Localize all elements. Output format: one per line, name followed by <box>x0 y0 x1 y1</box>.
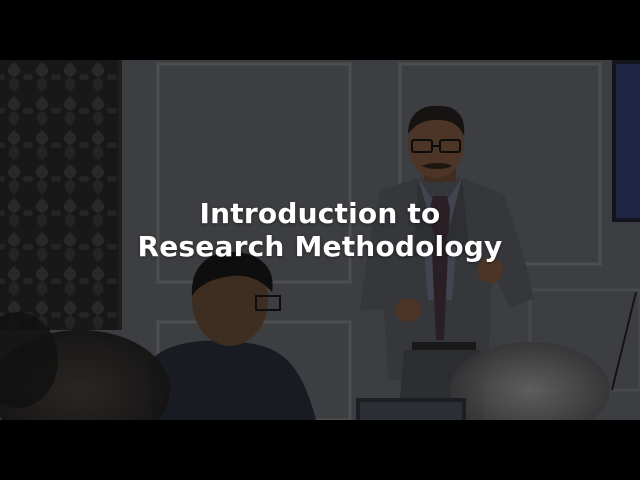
video-frame: Introduction to Research Methodology <box>0 0 640 480</box>
video-title: Introduction to Research Methodology <box>0 197 640 263</box>
lecture-scene: Introduction to Research Methodology <box>0 60 640 420</box>
letterbox-bottom <box>0 420 640 480</box>
title-line-1: Introduction to <box>199 197 441 230</box>
title-line-2: Research Methodology <box>137 230 503 263</box>
letterbox-top <box>0 0 640 60</box>
